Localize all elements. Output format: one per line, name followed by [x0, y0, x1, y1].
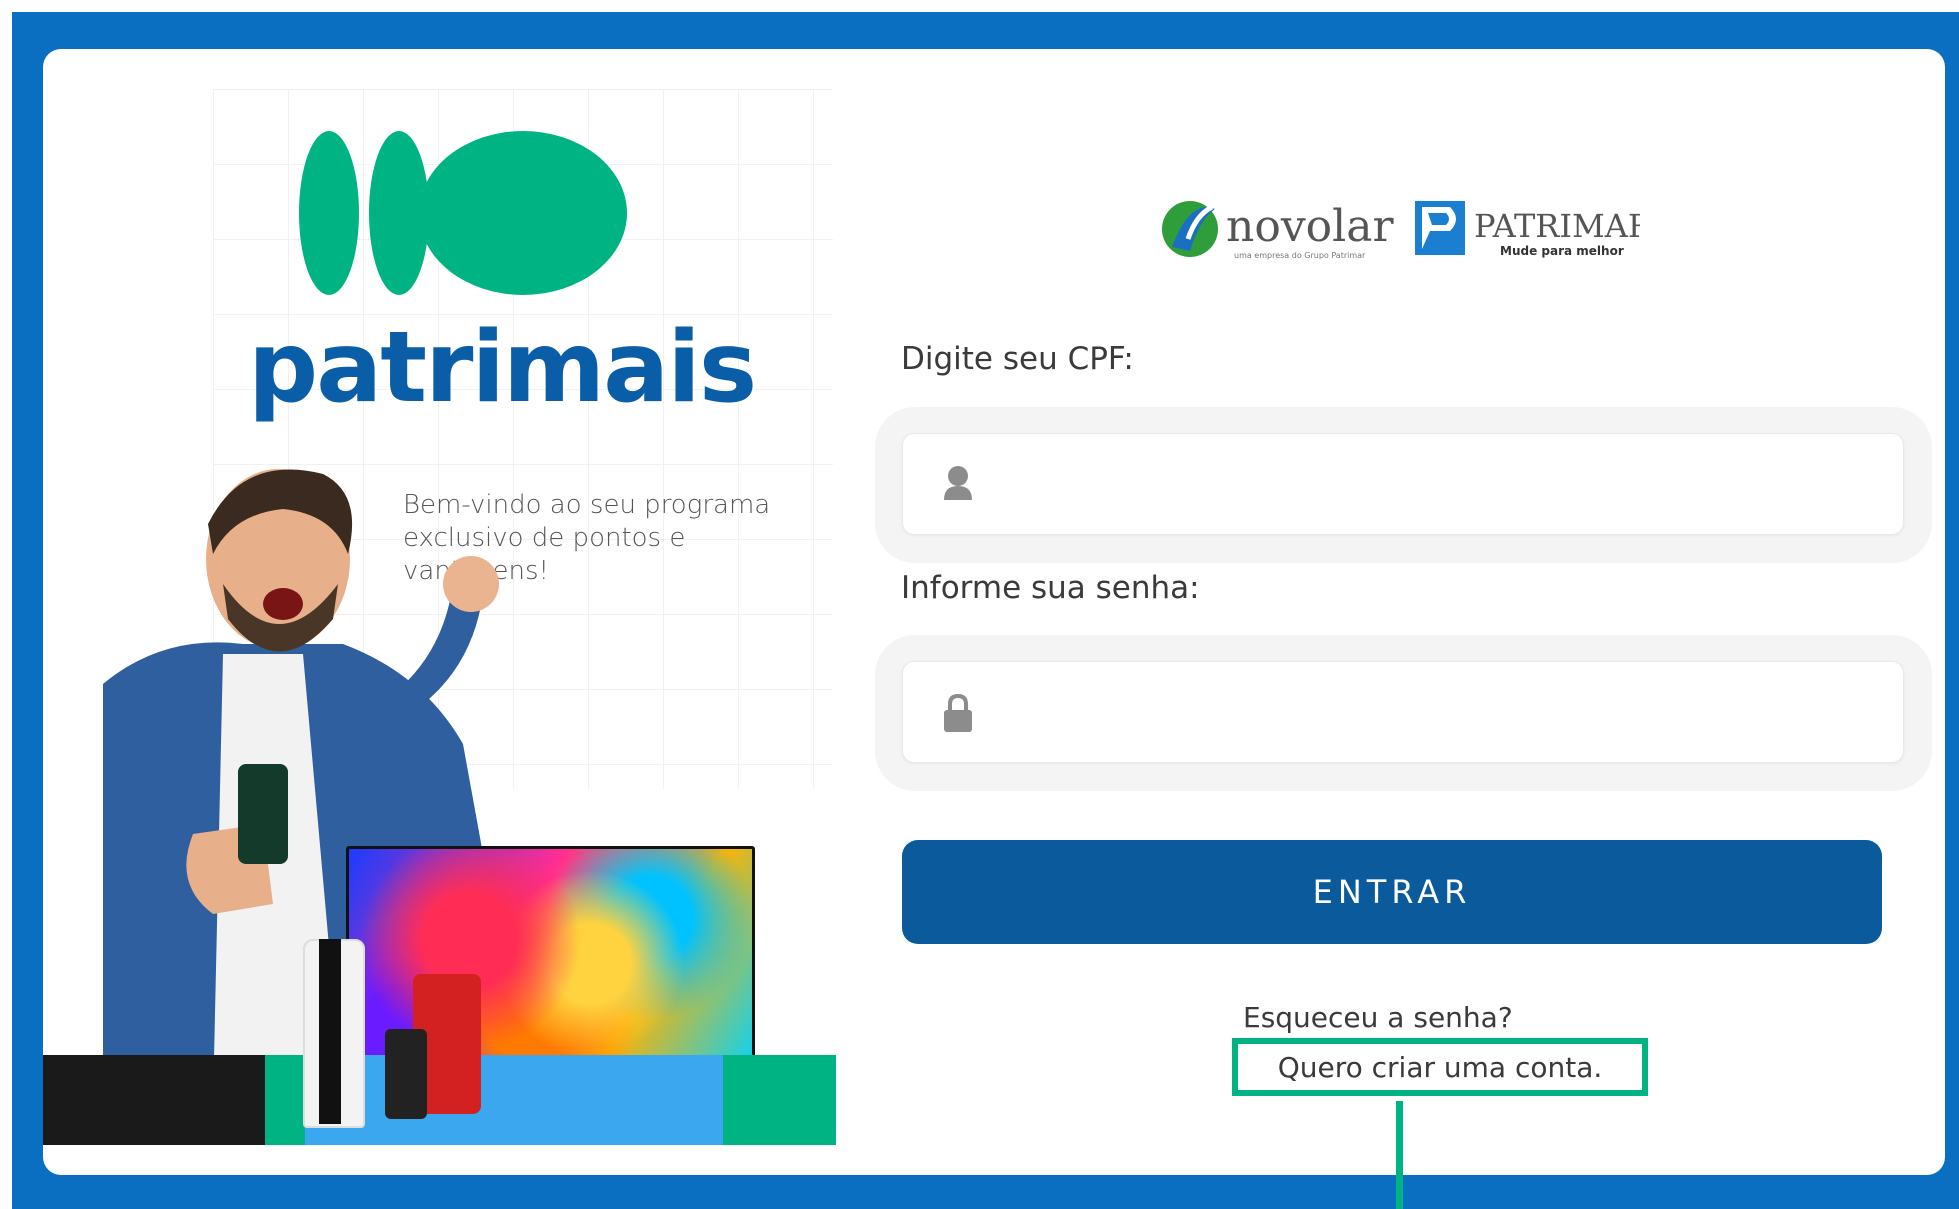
brand-wordmark: patrimais	[248, 311, 757, 425]
patrimar-tagline: Mude para melhor	[1500, 244, 1624, 258]
strip-green	[265, 1055, 305, 1145]
partner-logos-graphic: novolar uma empresa do Grupo Patrimar PA…	[1162, 201, 1653, 260]
password-label: Informe sua senha:	[901, 570, 1200, 606]
password-input[interactable]	[1003, 662, 1887, 764]
highlight-callout-line	[1396, 1101, 1403, 1209]
strip-blue	[305, 1055, 745, 1145]
console-stripe-front	[319, 939, 341, 1124]
partner-logos: novolar uma empresa do Grupo Patrimar PA…	[1160, 189, 1653, 273]
novolar-name: novolar	[1226, 201, 1394, 252]
login-card: patrimais Bem-vindo ao seu programa excl…	[43, 49, 1945, 1175]
cpf-field-wrapper	[875, 407, 1932, 563]
novolar-logo: novolar uma empresa do Grupo Patrimar	[1162, 201, 1394, 260]
cpf-input[interactable]	[1003, 434, 1887, 536]
cpf-label: Digite seu CPF:	[901, 341, 1134, 377]
forgot-password-link[interactable]: Esqueceu a senha?	[1243, 1001, 1513, 1034]
strip-dark	[43, 1055, 265, 1145]
user-icon	[944, 466, 972, 500]
lock-icon	[944, 693, 972, 732]
novolar-tagline: uma empresa do Grupo Patrimar	[1234, 251, 1366, 260]
create-account-link[interactable]: Quero criar uma conta.	[1232, 1038, 1648, 1096]
promo-panel: patrimais Bem-vindo ao seu programa excl…	[43, 49, 836, 1145]
patrimar-name: PATRIMAR	[1474, 207, 1640, 245]
smartphone-front	[385, 1029, 427, 1119]
patrimais-logo-mark	[299, 131, 627, 295]
cpf-field[interactable]	[902, 433, 1904, 536]
password-field-wrapper	[875, 635, 1932, 791]
create-account-label: Quero criar uma conta.	[1277, 1050, 1603, 1084]
patrimar-logo: PATRIMAR Mude para melhor	[1415, 201, 1653, 258]
password-field[interactable]	[902, 661, 1904, 764]
strip-green-right	[723, 1055, 836, 1145]
enter-button[interactable]: ENTRAR	[902, 840, 1882, 944]
